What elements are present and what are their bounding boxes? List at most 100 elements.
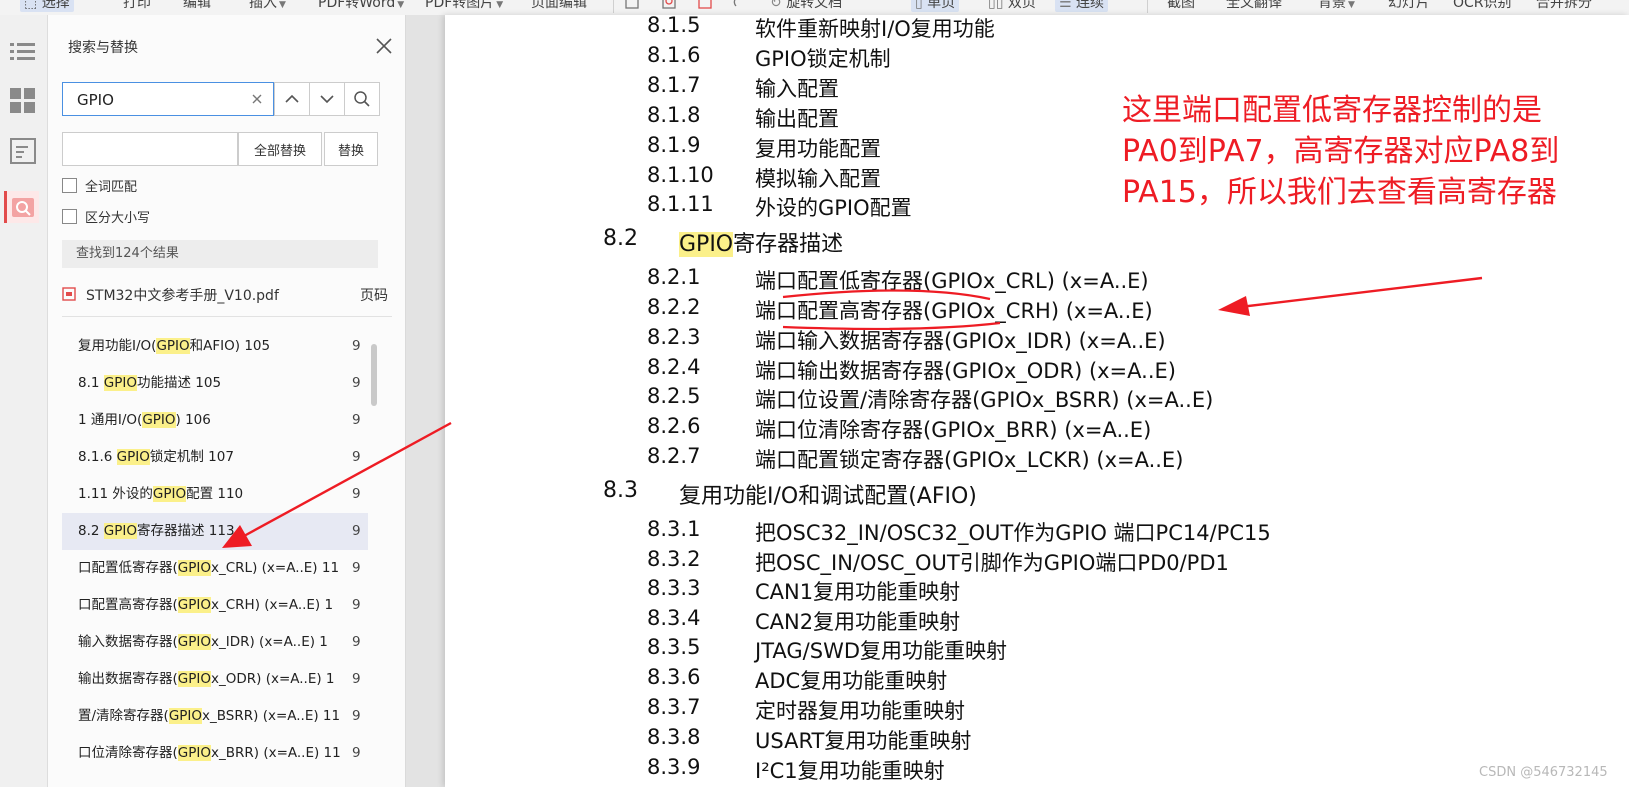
- toc-title: 软件重新映射I/O复用功能: [755, 17, 995, 41]
- toc-title: 端口配置高寄存器(GPIOx_CRH) (x=A..E): [755, 299, 1153, 323]
- result-text: 输出数据寄存器(: [78, 671, 178, 687]
- result-snippet: 复用功能I/O(GPIO和AFIO) 105: [78, 328, 344, 365]
- file-name: STM32中文参考手册_V10.pdf: [86, 288, 279, 304]
- edit-button[interactable]: 编辑: [183, 0, 211, 12]
- case-sensitive-checkbox[interactable]: 区分大小写: [62, 207, 150, 226]
- result-match-highlight: GPIO: [103, 375, 137, 391]
- replace-input[interactable]: [63, 133, 237, 165]
- previous-result-button[interactable]: [274, 82, 310, 116]
- double-page-icon: ▯▯: [988, 0, 1008, 11]
- checkbox-box[interactable]: [62, 177, 77, 193]
- result-text: x_ODR) (x=A..E) 1: [211, 671, 335, 687]
- result-match-highlight: GPIO: [177, 560, 211, 576]
- list-icon: [10, 43, 35, 60]
- continuous-button[interactable]: ☰ 连续: [1055, 0, 1109, 12]
- toc-number: 8.1.5: [647, 15, 701, 37]
- toc-title: I²C1复用功能重映射: [755, 759, 945, 783]
- result-text: 8.2: [78, 523, 104, 539]
- search-result-item[interactable]: 8.1.6 GPIO锁定机制 107 9: [62, 439, 368, 476]
- slideshow-button[interactable]: 幻灯片: [1388, 0, 1430, 12]
- toc-title: 定时器复用功能重映射: [755, 699, 965, 723]
- search-panel-button[interactable]: [4, 191, 39, 223]
- next-result-button[interactable]: [309, 82, 345, 116]
- search-input[interactable]: [75, 89, 249, 111]
- checkbox-box[interactable]: [62, 208, 77, 224]
- clear-icon[interactable]: [249, 91, 265, 107]
- search-result-item[interactable]: 输出数据寄存器(GPIOx_ODR) (x=A..E) 1 9: [62, 661, 368, 698]
- search-button[interactable]: [344, 82, 380, 116]
- rotate-document-button[interactable]: ↻ 旋转文档: [770, 0, 842, 12]
- search-result-item[interactable]: 8.2 GPIO寄存器描述 113 9: [62, 513, 368, 550]
- result-match-highlight: GPIO: [168, 708, 203, 724]
- toc-number: 8.3.3: [647, 576, 701, 600]
- toc-number: 8.2.1: [647, 265, 701, 289]
- close-icon[interactable]: [373, 35, 395, 57]
- grid-icon: [10, 88, 35, 113]
- crop-page-icon[interactable]: [697, 0, 713, 12]
- insert-menu-button[interactable]: 插入 ▼: [249, 0, 286, 12]
- search-result-item[interactable]: 置/清除寄存器(GPIOx_BSRR) (x=A..E) 11 9: [62, 698, 368, 735]
- result-text: x_BRR) (x=A..E) 11: [211, 745, 341, 761]
- toc-number: 8.3.7: [647, 695, 701, 719]
- result-snippet: 置/清除寄存器(GPIOx_BSRR) (x=A..E) 11: [78, 698, 344, 735]
- toc-number: 8.2.6: [647, 414, 701, 438]
- outline-button[interactable]: [7, 36, 39, 68]
- toc-number: 8.2.4: [647, 355, 701, 379]
- toc-title: 复用功能配置: [755, 137, 881, 161]
- replace-button[interactable]: 替换: [324, 132, 378, 166]
- search-result-item[interactable]: 口配置低寄存器(GPIOx_CRL) (x=A..E) 11 9: [62, 550, 368, 587]
- result-file-header[interactable]: STM32中文参考手册_V10.pdf 页码: [62, 283, 388, 305]
- annotations-button[interactable]: [7, 135, 39, 167]
- thumbnails-button[interactable]: [7, 85, 39, 117]
- annotation-line: PA0到PA7，高寄存器对应PA8到: [1122, 134, 1560, 169]
- translate-button[interactable]: 全文翻译: [1226, 0, 1282, 12]
- results-scrollbar[interactable]: [371, 344, 377, 406]
- divider: [62, 316, 392, 317]
- search-replace-panel: 搜索与替换 全部替换 替换 全词匹配 区分大小写 查找到124个结果 STM32…: [48, 15, 406, 787]
- whole-word-checkbox[interactable]: 全词匹配: [62, 176, 137, 195]
- pdf-file-icon: [62, 287, 76, 301]
- toc-number: 8.1.10: [647, 163, 714, 187]
- pdf-to-image-button[interactable]: PDF转图片 ▼: [425, 0, 503, 12]
- replace-all-button[interactable]: 全部替换: [238, 132, 322, 166]
- single-page-button[interactable]: ▯ 单页: [911, 0, 960, 12]
- search-result-item[interactable]: 口位清除寄存器(GPIOx_BRR) (x=A..E) 11 9: [62, 735, 368, 772]
- print-button[interactable]: 打印: [123, 0, 151, 12]
- toc-title: GPIO锁定机制: [755, 47, 891, 71]
- screenshot-button[interactable]: 截图: [1167, 0, 1195, 12]
- rotate-page-icon[interactable]: [661, 0, 677, 12]
- toc-number: 8.2.3: [647, 325, 701, 349]
- page-edit-button[interactable]: 页面编辑: [531, 0, 587, 12]
- search-field[interactable]: [62, 82, 274, 116]
- result-text: 8.1.6: [78, 449, 117, 465]
- ocr-button[interactable]: OCR识别: [1453, 0, 1512, 12]
- search-result-item[interactable]: 复用功能I/O(GPIO和AFIO) 105 9: [62, 328, 368, 365]
- result-text: 1.11 外设的: [78, 486, 153, 502]
- pdf-to-word-button[interactable]: PDF转Word ▼: [318, 0, 404, 12]
- toc-number: 8.1.7: [647, 73, 701, 97]
- result-text: 口位清除寄存器(: [78, 745, 178, 761]
- result-text: x_CRH) (x=A..E) 1: [211, 597, 334, 613]
- search-result-item[interactable]: 1 通用I/O(GPIO) 106 9: [62, 402, 368, 439]
- replace-field[interactable]: [62, 132, 238, 166]
- background-button[interactable]: 背景 ▼: [1318, 0, 1355, 12]
- search-result-item[interactable]: 8.1 GPIO功能描述 105 9: [62, 365, 368, 402]
- select-tool-button[interactable]: ⬚ 选择: [20, 0, 74, 12]
- rotate-left-icon[interactable]: [733, 0, 749, 12]
- toc-title: JTAG/SWD复用功能重映射: [755, 639, 1007, 663]
- search-result-item[interactable]: 1.11 外设的GPIO配置 110 9: [62, 476, 368, 513]
- result-page-number: 9: [352, 338, 361, 354]
- toc-number: 8.3.2: [647, 547, 701, 571]
- search-result-item[interactable]: 口配置高寄存器(GPIOx_CRH) (x=A..E) 1 9: [62, 587, 368, 624]
- double-page-button[interactable]: ▯▯ 双页: [988, 0, 1036, 12]
- result-text: 配置 110: [186, 486, 244, 502]
- toc-title: 端口配置低寄存器(GPIOx_CRL) (x=A..E): [755, 269, 1149, 293]
- toc-title: USART复用功能重映射: [755, 729, 972, 753]
- toc-title: ADC复用功能重映射: [755, 669, 948, 693]
- select-icon: ⬚: [24, 0, 42, 11]
- page-icon[interactable]: [624, 0, 640, 12]
- toc-title: 模拟输入配置: [755, 167, 881, 191]
- merge-split-button[interactable]: 合并拆分: [1536, 0, 1592, 12]
- toc-number: 8.2.5: [647, 384, 701, 408]
- search-result-item[interactable]: 输入数据寄存器(GPIOx_IDR) (x=A..E) 1 9: [62, 624, 368, 661]
